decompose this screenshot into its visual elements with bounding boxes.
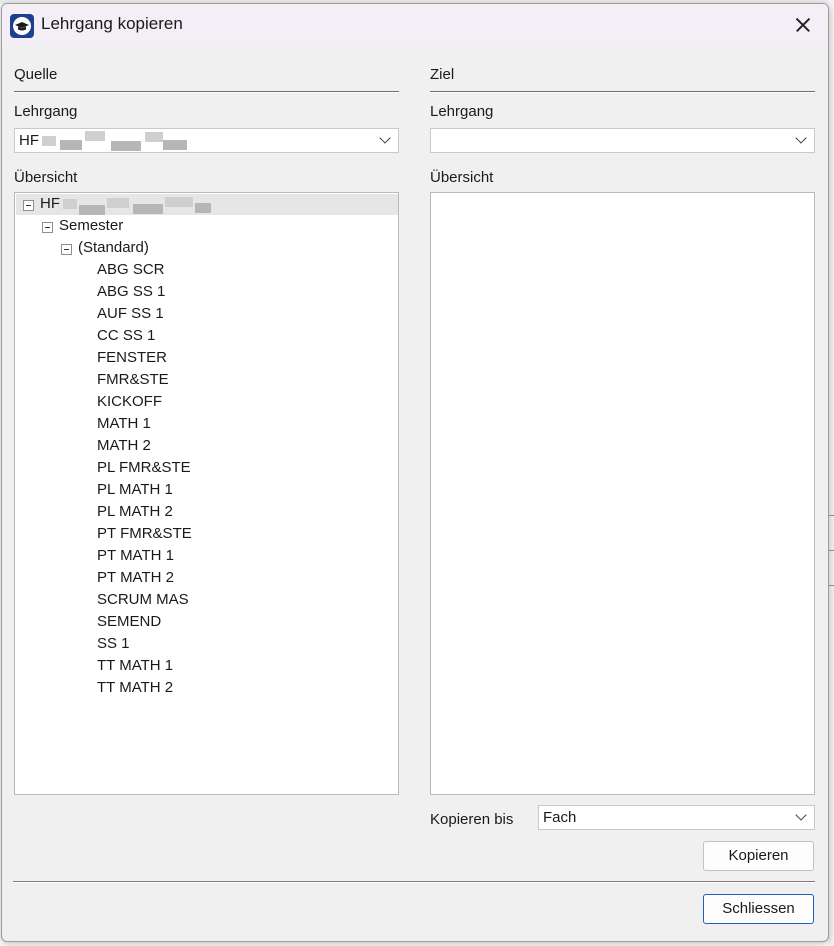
source-overview-tree[interactable]: HF Semester (Standard) ABG SCR ABG SS 1 … bbox=[14, 192, 399, 795]
window-title: Lehrgang kopieren bbox=[41, 14, 183, 33]
target-overview-tree[interactable] bbox=[430, 192, 815, 795]
tree-root-node[interactable]: HF bbox=[40, 195, 60, 212]
copy-until-select[interactable]: Fach bbox=[538, 805, 815, 830]
source-course-value: HF bbox=[19, 132, 39, 149]
tree-leaf[interactable]: PL FMR&STE bbox=[97, 459, 191, 476]
tree-leaf[interactable]: SCRUM MAS bbox=[97, 591, 189, 608]
tree-leaf[interactable]: ABG SS 1 bbox=[97, 283, 165, 300]
tree-leaf[interactable]: TT MATH 1 bbox=[97, 657, 173, 674]
source-course-select[interactable]: HF bbox=[14, 128, 399, 153]
tree-leaf[interactable]: KICKOFF bbox=[97, 393, 162, 410]
copy-until-value: Fach bbox=[543, 809, 577, 826]
source-overview-label: Übersicht bbox=[14, 169, 78, 186]
chevron-down-icon bbox=[795, 132, 807, 144]
source-section-divider bbox=[14, 91, 399, 93]
tree-leaf[interactable]: CC SS 1 bbox=[97, 327, 155, 344]
tree-leaf[interactable]: SEMEND bbox=[97, 613, 161, 630]
tree-leaf[interactable]: MATH 1 bbox=[97, 415, 151, 432]
tree-leaf[interactable]: TT MATH 2 bbox=[97, 679, 173, 696]
chevron-down-icon bbox=[379, 132, 391, 144]
tree-leaf[interactable]: PT MATH 2 bbox=[97, 569, 174, 586]
tree-leaf[interactable]: SS 1 bbox=[97, 635, 130, 652]
tree-leaf[interactable]: ABG SCR bbox=[97, 261, 165, 278]
collapse-icon[interactable] bbox=[61, 244, 72, 255]
source-course-label: Lehrgang bbox=[14, 103, 78, 120]
tree-leaf[interactable]: FMR&STE bbox=[97, 371, 169, 388]
copy-button[interactable]: Kopieren bbox=[703, 841, 814, 871]
target-section-label: Ziel bbox=[430, 66, 455, 83]
tree-leaf[interactable]: MATH 2 bbox=[97, 437, 151, 454]
tree-leaf[interactable]: PL MATH 2 bbox=[97, 503, 173, 520]
dialog-window: Lehrgang kopieren Quelle Lehrgang HF Übe… bbox=[1, 3, 829, 942]
close-icon[interactable] bbox=[788, 11, 818, 39]
close-button[interactable]: Schliessen bbox=[703, 894, 814, 924]
source-section-label: Quelle bbox=[14, 66, 58, 83]
collapse-icon[interactable] bbox=[42, 222, 53, 233]
tree-leaf[interactable]: AUF SS 1 bbox=[97, 305, 164, 322]
tree-node-standard[interactable]: (Standard) bbox=[78, 239, 149, 256]
copy-until-label: Kopieren bis bbox=[430, 811, 514, 828]
target-course-label: Lehrgang bbox=[430, 103, 494, 120]
graduation-cap-icon bbox=[10, 14, 34, 38]
chevron-down-icon bbox=[795, 809, 807, 821]
tree-leaf[interactable]: PL MATH 1 bbox=[97, 481, 173, 498]
target-course-select[interactable] bbox=[430, 128, 815, 153]
tree-leaf[interactable]: FENSTER bbox=[97, 349, 167, 366]
footer-divider bbox=[13, 881, 815, 883]
target-overview-label: Übersicht bbox=[430, 169, 494, 186]
title-bar[interactable]: Lehrgang kopieren bbox=[2, 4, 828, 45]
target-section-divider bbox=[430, 91, 815, 93]
collapse-icon[interactable] bbox=[23, 200, 34, 211]
tree-node-semester[interactable]: Semester bbox=[59, 217, 123, 234]
tree-leaf[interactable]: PT FMR&STE bbox=[97, 525, 192, 542]
tree-leaf[interactable]: PT MATH 1 bbox=[97, 547, 174, 564]
